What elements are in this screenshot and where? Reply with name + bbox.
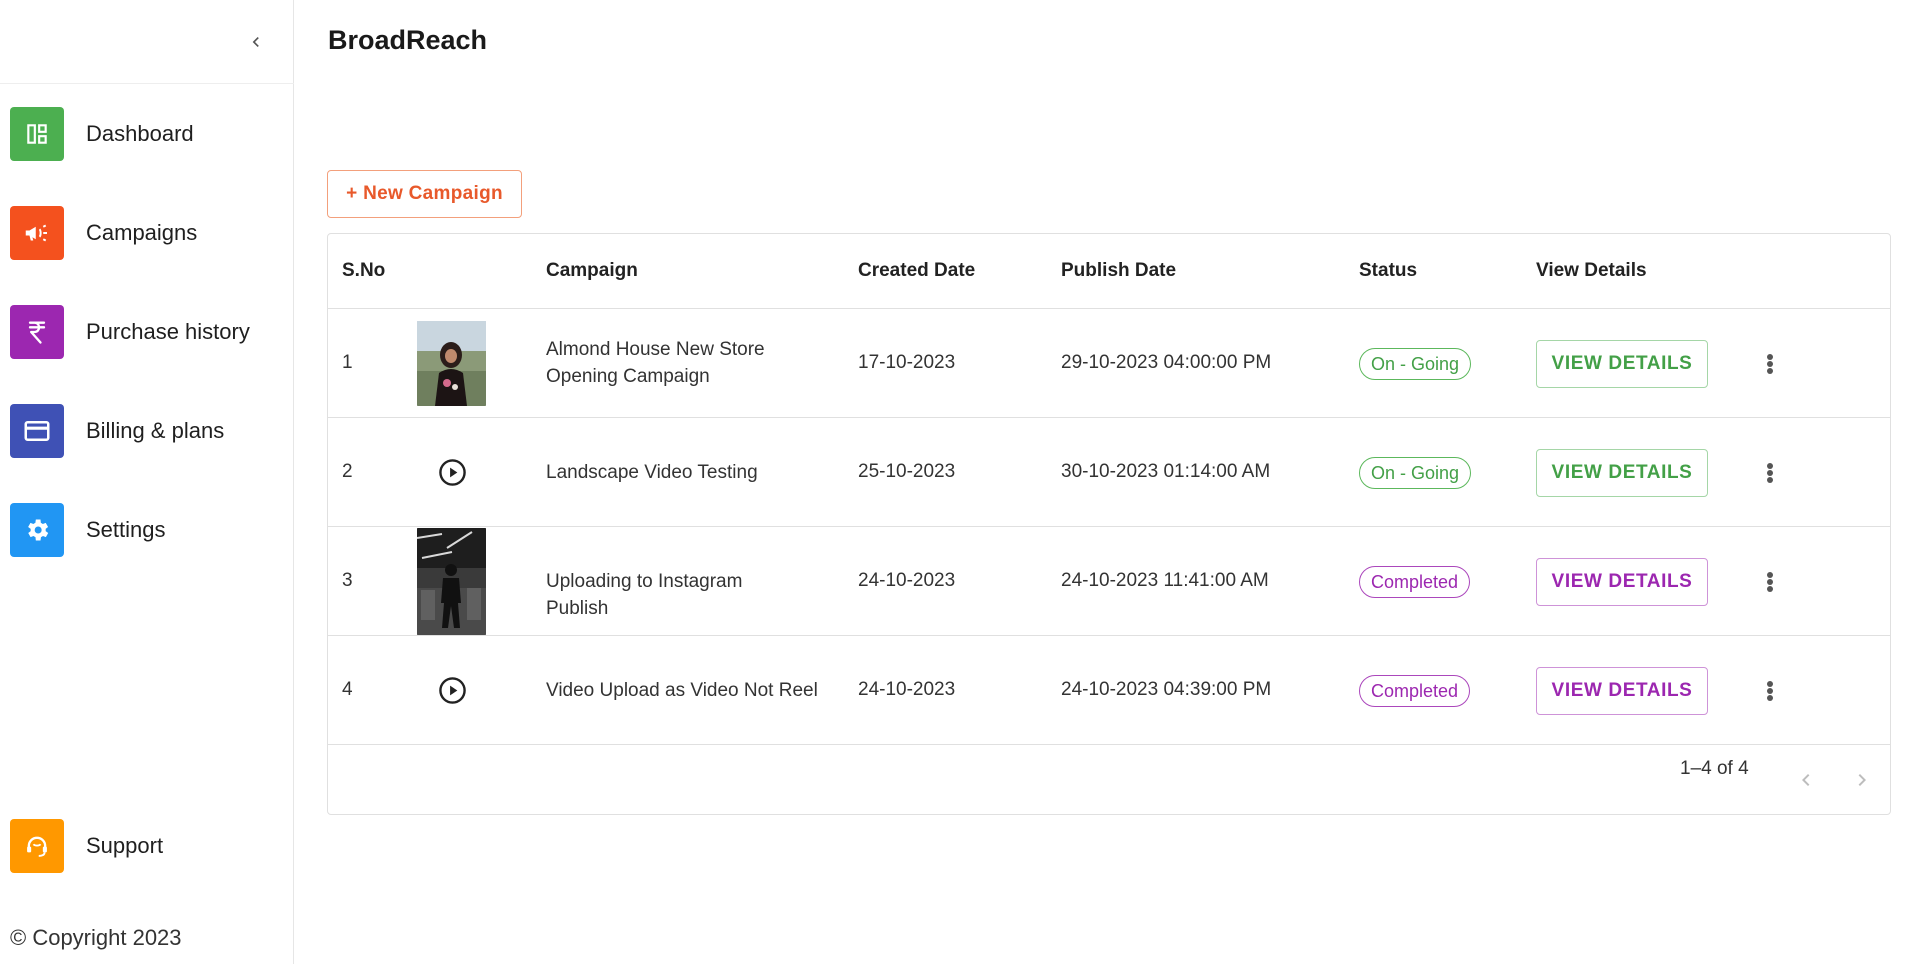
row-created-date: 17-10-2023 [858,352,956,373]
view-details-button[interactable]: VIEW DETAILS [1536,449,1708,497]
sidebar-item-settings[interactable]: Settings [10,502,166,558]
view-details-button[interactable]: VIEW DETAILS [1536,340,1708,388]
row-sno: 3 [342,570,353,591]
sidebar-item-campaigns[interactable]: Campaigns [10,205,197,261]
table-row: 3 Uploading to Instagram Publish 24-10-2… [328,527,1890,636]
sidebar-item-label: Campaigns [86,220,198,245]
more-options-icon[interactable] [1760,677,1780,705]
sidebar-item-label: Billing & plans [86,418,225,443]
status-badge: Completed [1359,566,1471,598]
credit-card-icon [10,404,64,458]
more-options-icon[interactable] [1760,568,1780,596]
campaigns-table: S.No Campaign Created Date Publish Date … [327,233,1891,815]
row-sno: 1 [342,352,353,373]
row-campaign-name: Landscape Video Testing [546,462,758,483]
rupee-icon [10,305,64,359]
row-created-date: 24-10-2023 [858,679,956,700]
row-campaign-name: Almond House New Store Opening Campaign [546,339,765,387]
row-campaign-name: Uploading to Instagram Publish [546,571,743,619]
sidebar-item-label: Dashboard [86,121,194,146]
view-details-button[interactable]: VIEW DETAILS [1536,667,1708,715]
dashboard-icon [10,107,64,161]
chevron-left-icon [252,37,259,47]
gear-icon [10,503,64,557]
sidebar-item-support[interactable]: Support [10,818,163,874]
row-sno: 2 [342,461,353,482]
sidebar-item-purchase-history[interactable]: Purchase history [10,304,250,360]
row-publish-date: 24-10-2023 11:41:00 AM [1061,570,1269,591]
column-header-campaign: Campaign [546,260,638,281]
sidebar-item-label: Purchase history [86,319,250,344]
more-options-icon[interactable] [1760,459,1780,487]
table-row: 1 Almond House New Store Opening Campaig… [328,309,1890,418]
column-header-publish-date: Publish Date [1061,260,1177,281]
play-circle-icon [439,459,466,486]
row-created-date: 25-10-2023 [858,461,956,482]
campaign-thumbnail-image [417,528,486,635]
column-header-view-details: View Details [1536,260,1647,281]
copyright-text: © Copyright 2023 [10,925,182,950]
sidebar-item-label: Support [86,833,164,858]
play-circle-icon [439,677,466,704]
row-publish-date: 29-10-2023 04:00:00 PM [1061,352,1272,373]
row-created-date: 24-10-2023 [858,570,956,591]
view-details-button[interactable]: VIEW DETAILS [1536,558,1708,606]
table-header: S.No Campaign Created Date Publish Date … [328,234,1890,309]
row-publish-date: 30-10-2023 01:14:00 AM [1061,461,1271,482]
chevron-right-icon[interactable] [1850,768,1874,792]
sidebar-item-billing-plans[interactable]: Billing & plans [10,403,224,459]
status-badge: Completed [1359,675,1471,707]
more-options-icon[interactable] [1760,350,1780,378]
status-badge: On - Going [1359,348,1472,380]
row-publish-date: 24-10-2023 04:39:00 PM [1061,679,1272,700]
sidebar-divider [0,83,294,84]
row-sno: 4 [342,679,353,700]
column-header-created-date: Created Date [858,260,976,281]
campaign-thumbnail-image [417,321,486,406]
table-row: 4 Video Upload as Video Not Reel 24-10-2… [328,636,1890,745]
page-title: BroadReach [328,25,488,55]
chevron-left-icon[interactable] [1794,768,1818,792]
sidebar: Dashboard Campaigns Purchase history Bil… [0,0,294,964]
support-agent-icon [10,819,64,873]
sidebar-item-dashboard[interactable]: Dashboard [10,106,194,162]
row-campaign-name: Video Upload as Video Not Reel [546,680,818,701]
megaphone-icon [10,206,64,260]
table-row: 2 Landscape Video Testing 25-10-2023 30-… [328,418,1890,527]
column-header-status: Status [1359,260,1418,281]
sidebar-collapse-button[interactable] [242,28,270,56]
new-campaign-button[interactable]: + New Campaign [327,170,522,218]
sidebar-item-label: Settings [86,517,166,542]
status-badge: On - Going [1359,457,1472,489]
column-header-sno: S.No [342,260,386,281]
pagination-range: 1–4 of 4 [1680,758,1749,779]
